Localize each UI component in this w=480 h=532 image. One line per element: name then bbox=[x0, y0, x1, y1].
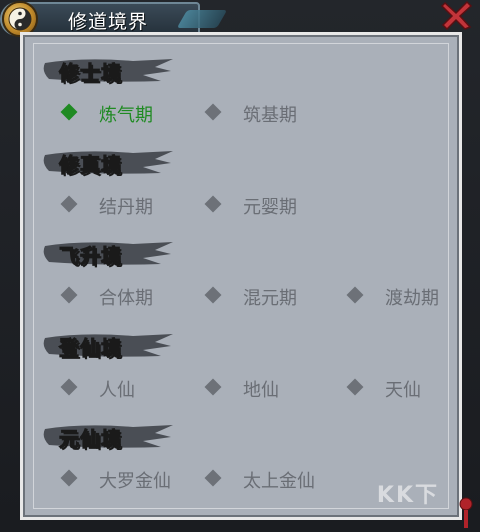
realm-section-feisheng: 飞升境 合体期 混元期 渡劫期 bbox=[43, 236, 443, 316]
stage-label: 结丹期 bbox=[99, 197, 153, 218]
stage-label: 合体期 bbox=[99, 288, 153, 309]
window-title: 修道境界 bbox=[68, 11, 149, 33]
realm-section-dengxian: 登仙境 人仙 地仙 天仙 bbox=[43, 328, 443, 408]
realm-banner: 修士境 bbox=[43, 53, 175, 86]
realm-title: 元仙境 bbox=[59, 427, 122, 452]
close-button[interactable] bbox=[440, 0, 474, 31]
realm-panel: 修士境 炼气期 筑基期 修真境 结丹期 元婴期 飞升境 合体期 混元期 渡劫期 … bbox=[20, 32, 462, 520]
realm-section-xiushi: 修士境 炼气期 筑基期 bbox=[43, 53, 443, 133]
diamond-icon bbox=[346, 286, 364, 304]
diamond-icon bbox=[204, 286, 222, 304]
diamond-icon bbox=[346, 378, 364, 396]
realm-banner: 飞升境 bbox=[43, 236, 175, 269]
stage-label: 人仙 bbox=[99, 380, 135, 401]
diamond-icon bbox=[60, 378, 78, 396]
realm-banner: 修真境 bbox=[43, 145, 175, 178]
watermark: KK下 bbox=[376, 483, 439, 508]
realm-section-xiuzhen: 修真境 结丹期 元婴期 bbox=[43, 145, 443, 225]
stage-label: 炼气期 bbox=[99, 105, 153, 126]
realm-banner: 元仙境 bbox=[43, 419, 175, 452]
stage-label: 筑基期 bbox=[243, 105, 297, 126]
diamond-icon bbox=[60, 286, 78, 304]
stage-label: 元婴期 bbox=[243, 197, 297, 218]
diamond-icon bbox=[204, 469, 222, 487]
stage-label: 渡劫期 bbox=[385, 288, 439, 309]
realm-title: 修士境 bbox=[59, 61, 122, 86]
stage-label: 太上金仙 bbox=[243, 471, 315, 492]
realm-banner: 登仙境 bbox=[43, 328, 175, 361]
realm-title: 登仙境 bbox=[59, 336, 122, 361]
diamond-icon bbox=[60, 195, 78, 213]
knot-ornament-icon bbox=[459, 497, 473, 528]
stage-label: 地仙 bbox=[243, 380, 279, 401]
diamond-icon bbox=[60, 469, 78, 487]
realm-title: 修真境 bbox=[59, 153, 122, 178]
realm-title: 飞升境 bbox=[59, 244, 122, 269]
stage-label: 大罗金仙 bbox=[99, 471, 171, 492]
close-x-icon[interactable] bbox=[440, 0, 474, 31]
diamond-icon bbox=[204, 378, 222, 396]
diamond-icon bbox=[204, 103, 222, 121]
realm-window: 修道境界 修士境 炼气期 筑基期 修真境 结丹期 元婴期 飞升境 合体期 混元期… bbox=[0, 0, 480, 532]
diamond-icon bbox=[204, 195, 222, 213]
diamond-icon bbox=[60, 103, 78, 121]
stage-label: 混元期 bbox=[243, 288, 297, 309]
stage-label: 天仙 bbox=[385, 380, 421, 401]
